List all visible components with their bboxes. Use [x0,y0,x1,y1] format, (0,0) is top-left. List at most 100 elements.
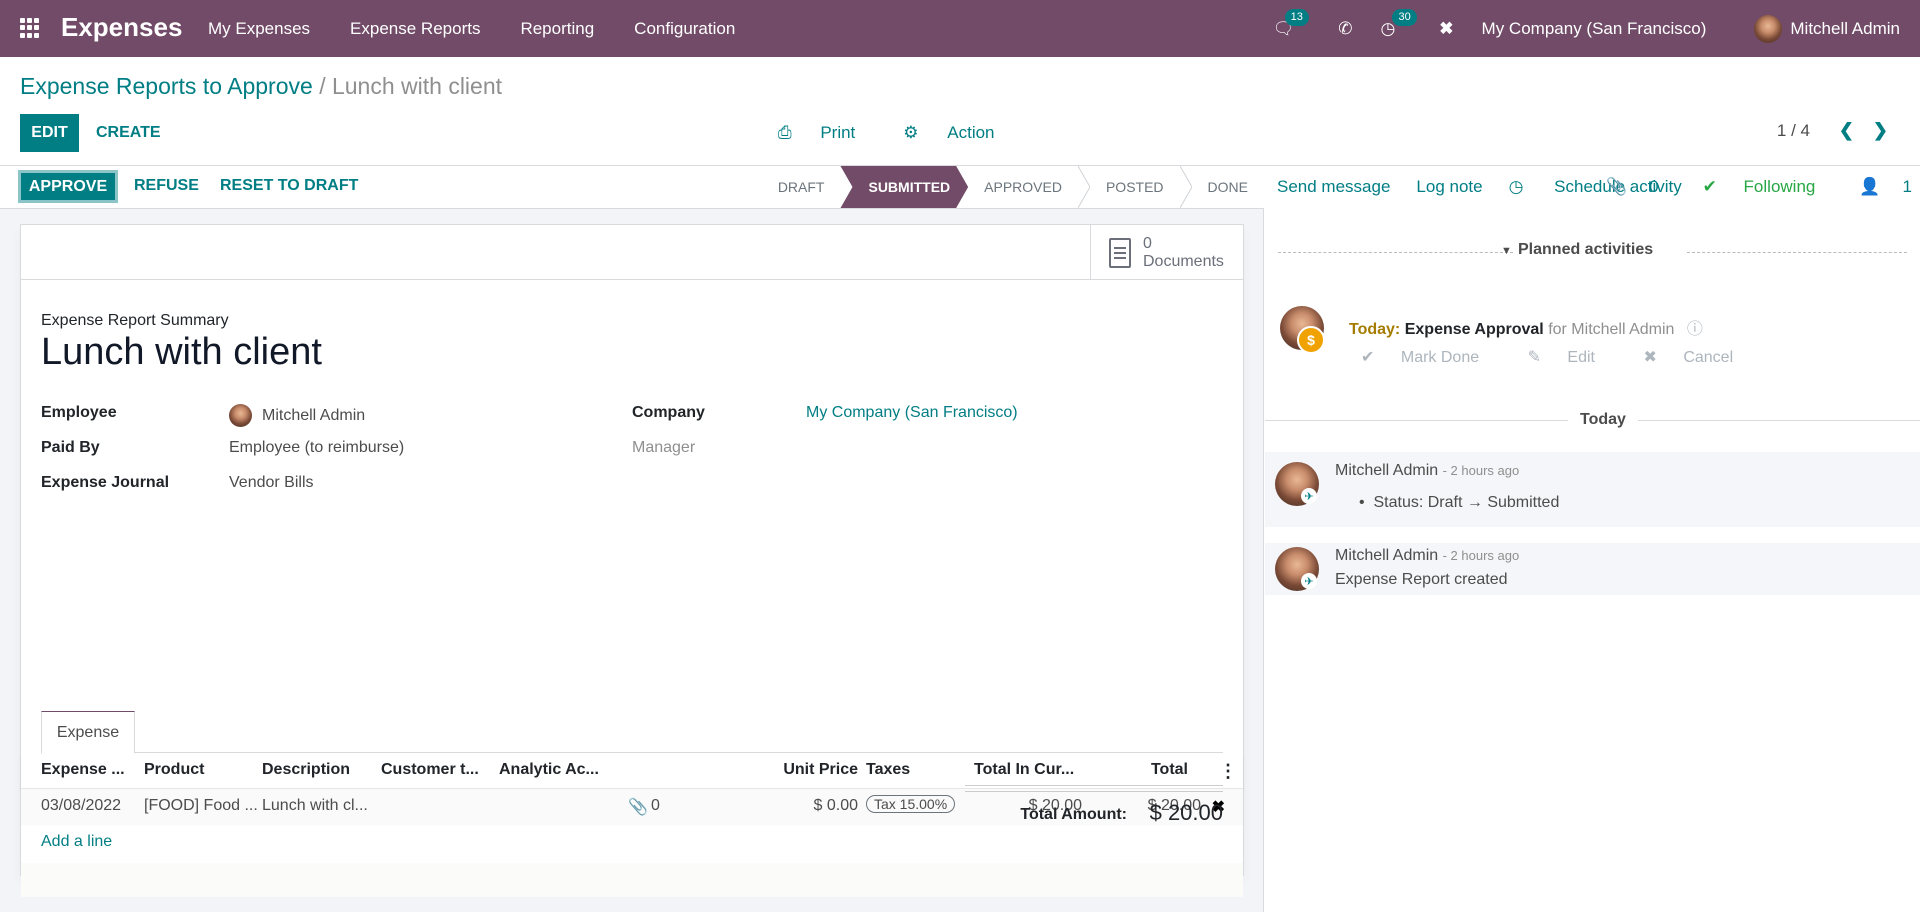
following-label: Following [1743,177,1816,196]
notebook-tabs: Expense [41,711,1223,754]
col-product[interactable]: Product [144,761,204,779]
tools-icon[interactable]: ✖ [1439,19,1453,39]
edit-activity-label: Edit [1567,349,1595,366]
author-name[interactable]: Mitchell Admin [1335,462,1438,479]
attachments-count: 0 [1649,177,1659,196]
col-total-currency[interactable]: Total In Cur... [974,761,1074,779]
optional-columns-icon[interactable]: ⋮ [1219,761,1237,782]
messages-badge: 13 [1284,8,1309,26]
mark-done-button[interactable]: ✔ Mark Done [1361,349,1501,366]
airplane-icon: ✈ [1301,573,1317,589]
tax-tag-label: Tax 15.00% [866,795,956,813]
breadcrumb-parent[interactable]: Expense Reports to Approve [20,73,313,99]
pager-value[interactable]: 1 / 4 [1777,121,1810,141]
phone-icon[interactable]: ✆ [1338,19,1352,39]
approve-button[interactable]: APPROVE [18,170,118,203]
col-taxes[interactable]: Taxes [866,761,910,779]
menu-expense-reports[interactable]: Expense Reports [350,19,480,39]
app-name[interactable]: Expenses [61,12,182,43]
paperclip-icon: 📎 [1605,177,1628,196]
cell-date: 03/08/2022 [41,797,122,814]
company-switcher[interactable]: My Company (San Francisco) [1482,19,1707,39]
user-menu[interactable]: Mitchell Admin [1754,14,1900,43]
employee-avatar [229,404,252,427]
employee-value: Mitchell Admin [262,406,366,424]
followers-button[interactable]: 👤 1 [1837,177,1912,197]
messages-button[interactable]: 🗨 13 [1273,8,1309,39]
main-menu: My Expenses Expense Reports Reporting Co… [208,0,775,57]
documents-label: Documents [1143,252,1224,270]
totals-block: Total Amount: $ 20.00 [965,785,1223,825]
menu-my-expenses[interactable]: My Expenses [208,19,310,39]
col-expense-date[interactable]: Expense ... [41,761,125,779]
documents-button[interactable]: 0 Documents [1090,225,1243,280]
clock-icon: ◷ [1508,177,1529,196]
breadcrumb: Expense Reports to Approve / Lunch with … [20,73,502,100]
activity-actions: ✔ Mark Done ✎ Edit ✖ Cancel [1361,347,1777,367]
author-name[interactable]: Mitchell Admin [1335,547,1438,564]
stage-approved[interactable]: APPROVED [968,166,1078,208]
followers-count: 1 [1902,177,1912,196]
info-icon[interactable]: ⓘ [1687,321,1703,338]
pencil-icon: ✎ [1527,349,1546,366]
add-line-link[interactable]: Add a line [41,833,112,851]
message-time: - 2 hours ago [1442,548,1520,563]
stage-submitted[interactable]: SUBMITTED [840,166,968,208]
apps-grid-icon[interactable] [20,18,40,38]
col-unit-price[interactable]: Unit Price [783,761,858,779]
reset-to-draft-button[interactable]: RESET TO DRAFT [220,177,358,195]
activities-badge: 30 [1392,8,1417,26]
top-navbar: Expenses My Expenses Expense Reports Rep… [0,0,1920,57]
company-value[interactable]: My Company (San Francisco) [806,404,1018,422]
tab-expense[interactable]: Expense [41,711,135,754]
stage-draft[interactable]: DRAFT [762,166,841,208]
pager-next-icon[interactable]: ❯ [1873,120,1888,141]
col-analytic[interactable]: Analytic Ac... [499,761,599,779]
activity-name: Expense Approval [1404,321,1544,338]
print-button[interactable]: ⎙ Print [778,123,879,143]
col-customer[interactable]: Customer t... [381,761,479,779]
planned-activities-toggle[interactable]: ▼ Planned activities [1501,241,1653,259]
button-box: 0 Documents [21,225,1243,280]
message-item: ✈ Mitchell Admin - 2 hours ago Expense R… [1265,543,1920,595]
documents-text: 0 Documents [1143,235,1224,271]
chatter: Send message Log note ◷ Schedule activit… [1265,166,1920,912]
check-icon: ✔ [1702,177,1722,196]
divider [1278,252,1513,253]
status-bar: APPROVE REFUSE RESET TO DRAFT DRAFT SUBM… [0,166,1264,209]
breadcrumb-current: Lunch with client [331,73,503,99]
pager-previous-icon[interactable]: ❮ [1839,120,1854,141]
cancel-activity-button[interactable]: ✖ Cancel [1643,349,1755,366]
attachments-button[interactable]: 📎 0 [1584,177,1659,197]
divider [1687,252,1907,253]
stage-posted[interactable]: POSTED [1090,166,1180,208]
gear-icon: ⚙ [903,123,924,142]
col-total[interactable]: Total [1151,761,1188,779]
log-note-button[interactable]: Log note [1416,177,1482,197]
edit-button[interactable]: EDIT [20,114,79,152]
close-icon: ✖ [1643,349,1662,366]
action-button[interactable]: ⚙ Action [903,123,1018,143]
stage-done[interactable]: DONE [1192,166,1264,208]
send-message-button[interactable]: Send message [1277,177,1390,197]
control-panel: Expense Reports to Approve / Lunch with … [0,57,1920,166]
message-body: • Status: Draft → Submitted [1359,494,1560,511]
cell-product: [FOOD] Food ... [144,797,258,814]
totals-divider [965,791,1223,792]
total-amount-value: $ 20.00 [1149,800,1223,825]
refuse-button[interactable]: REFUSE [134,177,199,195]
following-button[interactable]: ✔ Following [1681,177,1816,197]
menu-reporting[interactable]: Reporting [520,19,594,39]
create-button[interactable]: CREATE [96,124,161,142]
status-stages: DRAFT SUBMITTED APPROVED POSTED DONE [762,166,1264,208]
form-sheet: 0 Documents Expense Report Summary Lunch… [20,224,1244,897]
paperclip-icon[interactable]: 📎 [628,797,648,817]
col-description[interactable]: Description [262,761,350,779]
edit-activity-button[interactable]: ✎ Edit [1528,349,1617,366]
activities-button[interactable]: ◷ 30 [1380,8,1417,39]
documents-count: 0 [1143,234,1152,252]
menu-configuration[interactable]: Configuration [634,19,735,39]
user-avatar [1754,14,1783,43]
message-author: Mitchell Admin - 2 hours ago [1335,462,1519,480]
employee-field[interactable]: Mitchell Admin [229,404,365,427]
